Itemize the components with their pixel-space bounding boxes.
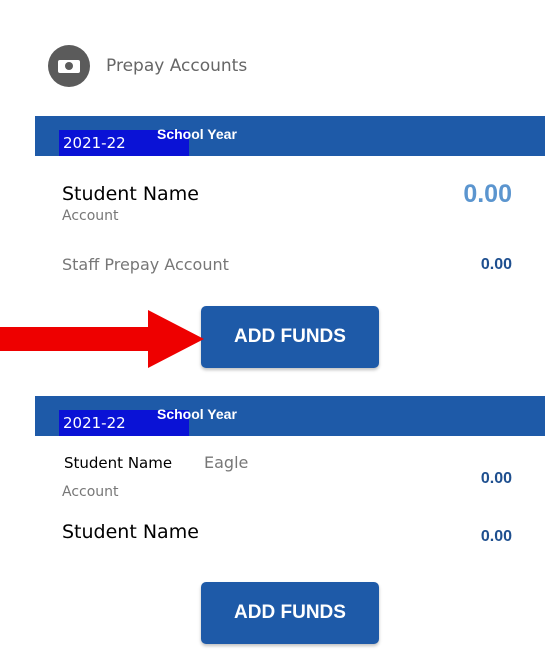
school-year-label: School Year xyxy=(157,406,237,422)
account-name: Student Name xyxy=(62,521,199,543)
account-type-label: Account xyxy=(62,484,119,500)
account-balance: 0.00 xyxy=(480,470,512,487)
account-type-label: Account xyxy=(62,208,119,224)
add-funds-button[interactable]: ADD FUNDS xyxy=(201,306,379,368)
add-funds-button[interactable]: ADD FUNDS xyxy=(201,582,379,644)
school-year-band: 2021-22 School Year xyxy=(35,116,545,156)
account-balance: 0.00 xyxy=(463,180,512,208)
money-bill-icon xyxy=(48,45,90,87)
account-name-suffix: Eagle xyxy=(204,453,249,472)
school-year-label: School Year xyxy=(157,126,237,142)
account-name: Student Name xyxy=(62,183,199,205)
account-balance: 0.00 xyxy=(480,528,512,545)
school-year-band: 2021-22 School Year xyxy=(35,396,545,436)
account-balance: 0.00 xyxy=(480,256,512,273)
page-header: Prepay Accounts xyxy=(48,44,247,88)
page-title: Prepay Accounts xyxy=(106,56,248,76)
account-name: Staff Prepay Account xyxy=(62,255,229,274)
account-name: Student Name xyxy=(64,454,173,472)
red-arrow-annotation xyxy=(0,310,204,368)
